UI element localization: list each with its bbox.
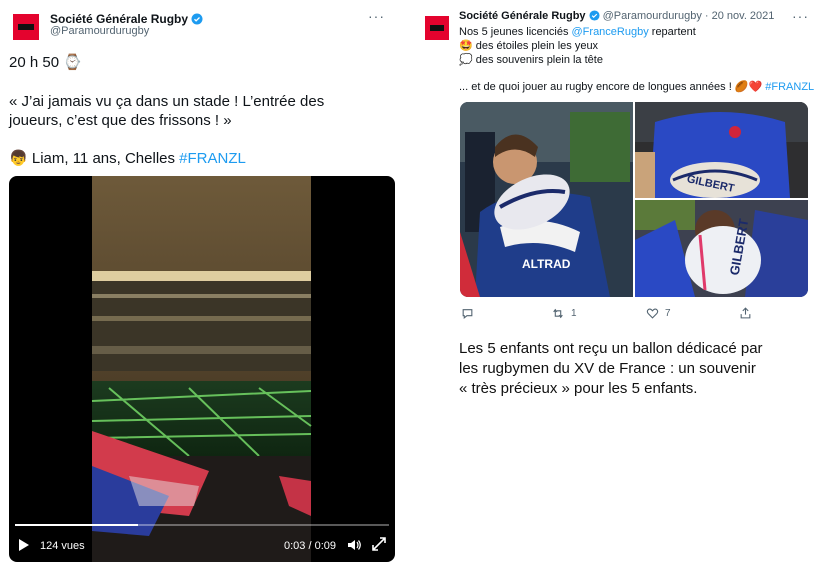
tweet-line-4: ... et de quoi jouer au rugby encore de … — [459, 80, 814, 95]
avatar[interactable] — [425, 16, 449, 40]
account-handle[interactable]: @Paramourdurugby — [50, 25, 149, 37]
reply-button[interactable] — [461, 307, 474, 320]
hashtag-link[interactable]: #FRANZL — [179, 150, 246, 167]
photo-3[interactable]: GILBERT — [635, 200, 808, 297]
video-time: 0:03 / 0:09 — [284, 540, 336, 552]
tweet-text: Nos 5 jeunes licenciés — [459, 26, 569, 38]
star-eyes-emoji-icon: 🤩 — [459, 40, 473, 52]
tweet-header: Société Générale Rugby @Paramourdurugby … — [459, 10, 774, 22]
more-options-icon[interactable]: ··· — [792, 8, 809, 24]
tweet-time-line: 20 h 50 ⌚ — [9, 52, 82, 73]
more-options-icon[interactable]: ··· — [368, 8, 385, 24]
tweet-text: repartent — [651, 26, 696, 38]
avatar[interactable] — [13, 14, 39, 40]
video-player[interactable]: 124 vues 0:03 / 0:09 — [9, 176, 395, 562]
tweet-line-1: Nos 5 jeunes licenciés @FranceRugby repa… — [459, 25, 696, 40]
tweet-kid-line: 👦 Liam, 11 ans, Chelles #FRANZL — [9, 148, 246, 169]
photo-2[interactable]: GILBERT — [635, 102, 808, 198]
account-handle[interactable]: @Paramourdurugby — [603, 10, 702, 22]
account-name[interactable]: Société Générale Rugby — [459, 10, 586, 22]
video-progress-track[interactable] — [15, 524, 389, 526]
watch-emoji-icon: ⌚ — [63, 54, 82, 71]
video-progress-fill — [15, 524, 139, 526]
thought-bubble-emoji-icon: 💭 — [459, 54, 473, 66]
like-count: 7 — [665, 308, 671, 319]
verified-badge-icon — [589, 10, 600, 21]
fullscreen-icon[interactable] — [372, 537, 386, 551]
caption-line-2: les rugbymen du XV de France : un souven… — [459, 360, 756, 377]
tweet-quote-line-2: joueurs, c’est que des frissons ! » — [9, 112, 232, 129]
rugby-heart-emoji-icon: 🏉❤️ — [734, 81, 763, 93]
photo-grid: ALTRAD GILBERT GILBERT — [460, 102, 808, 297]
video-frame — [91, 176, 312, 562]
share-button[interactable] — [739, 306, 752, 320]
video-views: 124 vues — [40, 540, 85, 552]
boy-emoji-icon: 👦 — [9, 150, 28, 167]
share-icon — [740, 307, 751, 319]
tweet-text: des étoiles plein les yeux — [475, 40, 599, 52]
volume-icon[interactable] — [348, 538, 362, 550]
tweet-text: des souvenirs plein la tête — [475, 54, 603, 66]
retweet-button[interactable]: 1 — [551, 307, 577, 320]
retweet-icon — [553, 308, 563, 319]
mention-link[interactable]: @FranceRugby — [572, 26, 649, 38]
tweet-line-3: 💭 des souvenirs plein la tête — [459, 53, 603, 68]
hashtag-link[interactable]: #FRANZL — [765, 81, 814, 93]
tweet-quote-line-1: « J’ai jamais vu ça dans un stade ! L’en… — [9, 93, 325, 110]
like-button[interactable]: 7 — [646, 307, 671, 320]
heart-icon — [646, 308, 659, 319]
verified-badge-icon — [191, 13, 203, 25]
play-icon[interactable] — [19, 538, 29, 551]
account-name[interactable]: Société Générale Rugby — [50, 12, 188, 26]
reply-icon — [462, 309, 473, 319]
kid-text: Liam, 11 ans, Chelles — [31, 150, 175, 167]
tweet-text: ... et de quoi jouer au rugby encore de … — [459, 81, 732, 93]
tweet-date[interactable]: · 20 nov. 2021 — [705, 10, 775, 22]
caption-line-1: Les 5 enfants ont reçu un ballon dédicac… — [459, 340, 763, 357]
shirt-text: ALTRAD — [522, 257, 571, 271]
retweet-count: 1 — [571, 308, 577, 319]
tweet-line-2: 🤩 des étoiles plein les yeux — [459, 39, 598, 54]
caption-line-3: « très précieux » pour les 5 enfants. — [459, 380, 698, 397]
photo-1[interactable]: ALTRAD — [460, 102, 633, 297]
tweet-time: 20 h 50 — [9, 54, 60, 71]
